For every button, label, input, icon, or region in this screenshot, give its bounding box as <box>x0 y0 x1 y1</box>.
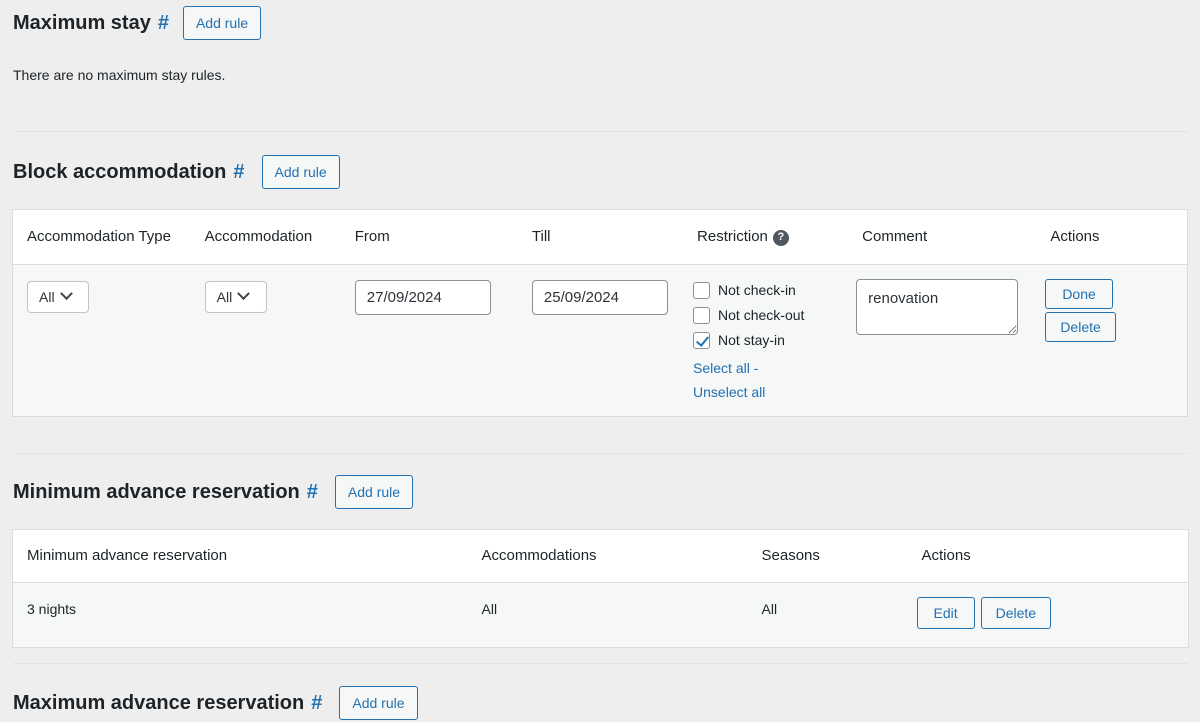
edit-button[interactable]: Edit <box>916 596 975 629</box>
cell-accommodation: All <box>190 264 341 417</box>
restriction-not-check-in-row[interactable]: Not check-in <box>693 280 834 301</box>
table-row: 3 nights All All Edit Delete <box>12 582 1189 648</box>
help-icon[interactable]: ? <box>772 229 789 246</box>
row-action-buttons: Done Delete <box>1045 278 1173 342</box>
minimum-advance-anchor-link[interactable]: # <box>307 481 318 504</box>
maximum-stay-empty-message: There are no maximum stay rules. <box>13 67 226 83</box>
rules-page: Maximum stay # Add rule There are no max… <box>0 0 1200 722</box>
maximum-advance-title: Maximum advance reservation <box>13 692 305 714</box>
cell-minimum-advance-value: 3 nights <box>12 582 468 648</box>
chevron-down-icon <box>59 287 73 301</box>
cell-actions: Done Delete <box>1036 264 1188 417</box>
minimum-advance-header-row: Minimum advance reservation Accommodatio… <box>12 529 1189 583</box>
divider-2 <box>13 453 1188 454</box>
maximum-stay-add-rule-button[interactable]: Add rule <box>182 6 262 40</box>
block-accommodation-heading-row: Block accommodation # Add rule <box>13 155 340 189</box>
not-check-out-checkbox[interactable] <box>693 306 711 324</box>
restriction-select-links: Select all - Unselect all <box>693 357 834 405</box>
divider-3 <box>13 663 1188 664</box>
block-accommodation-anchor-link[interactable]: # <box>233 161 244 184</box>
cell-comment: renovation <box>848 264 1037 417</box>
not-stay-in-label[interactable]: Not stay-in <box>718 330 785 351</box>
till-date-input[interactable] <box>531 279 668 315</box>
column-header-restriction-label: Restriction <box>697 228 768 245</box>
accommodation-type-select[interactable]: All <box>27 280 89 313</box>
maximum-stay-heading-row: Maximum stay # Add rule <box>13 6 262 40</box>
column-header-restriction: Restriction? <box>683 209 849 265</box>
minimum-advance-action-buttons: Edit Delete <box>916 596 1175 629</box>
column-header-actions: Actions <box>1036 209 1188 265</box>
not-check-out-label[interactable]: Not check-out <box>718 305 804 326</box>
minimum-advance-title: Minimum advance reservation <box>13 481 300 503</box>
cell-from <box>340 264 518 417</box>
column-header-till: Till <box>517 209 684 265</box>
not-stay-in-checkbox[interactable] <box>693 331 711 349</box>
cell-restriction: Not check-in Not check-out Not stay-in S… <box>683 264 849 417</box>
column-header-comment: Comment <box>848 209 1037 265</box>
table-row: All All 27/09/2024 25/09/2024 Not check-… <box>12 264 1188 417</box>
minimum-advance-table: Minimum advance reservation Accommodatio… <box>12 529 1189 648</box>
delete-button[interactable]: Delete <box>1045 311 1116 342</box>
not-check-in-checkbox[interactable] <box>693 281 711 299</box>
maximum-advance-add-rule-button[interactable]: Add rule <box>339 686 418 720</box>
accommodation-select-value: All <box>216 288 233 305</box>
restriction-not-check-out-row[interactable]: Not check-out <box>693 305 834 326</box>
column-header-minimum-advance: Minimum advance reservation <box>12 529 468 583</box>
restriction-not-stay-in-row[interactable]: Not stay-in <box>693 330 834 351</box>
maximum-stay-anchor-link[interactable]: # <box>158 12 169 35</box>
cell-seasons: All <box>747 582 908 648</box>
not-check-in-label[interactable]: Not check-in <box>718 280 796 301</box>
maximum-advance-anchor-link[interactable]: # <box>311 692 322 715</box>
column-header-accommodation: Accommodation <box>190 209 341 265</box>
block-accommodation-title: Block accommodation <box>13 161 227 183</box>
cell-till <box>517 264 684 417</box>
select-all-link[interactable]: Select all <box>693 360 750 376</box>
column-header-seasons: Seasons <box>747 529 908 583</box>
column-header-from: From <box>340 209 518 265</box>
block-accommodation-add-rule-button[interactable]: Add rule <box>261 155 340 189</box>
column-header-accommodation-type: Accommodation Type <box>12 209 191 265</box>
accommodation-type-select-value: All <box>39 288 55 305</box>
maximum-stay-title: Maximum stay <box>13 12 151 34</box>
minimum-advance-add-rule-button[interactable]: Add rule <box>334 475 414 509</box>
column-header-accommodations: Accommodations <box>467 529 748 583</box>
block-accommodation-header-row: Accommodation Type Accommodation From Ti… <box>12 209 1188 265</box>
divider-1 <box>13 131 1188 132</box>
unselect-all-link[interactable]: Unselect all <box>693 384 765 400</box>
column-header-actions: Actions <box>907 529 1189 583</box>
chevron-down-icon <box>237 287 251 301</box>
accommodation-select[interactable]: All <box>204 280 267 313</box>
done-button[interactable]: Done <box>1045 278 1113 309</box>
delete-button[interactable]: Delete <box>980 596 1052 629</box>
select-links-separator: - <box>753 359 759 376</box>
minimum-advance-heading-row: Minimum advance reservation # Add rule <box>13 475 414 509</box>
maximum-advance-heading-row: Maximum advance reservation # Add rule <box>13 686 418 720</box>
cell-row-actions: Edit Delete <box>907 582 1189 648</box>
from-date-input[interactable] <box>354 279 491 315</box>
cell-accommodation-type: All <box>12 264 191 417</box>
block-accommodation-table: Accommodation Type Accommodation From Ti… <box>12 209 1188 418</box>
comment-textarea[interactable]: renovation <box>856 278 1019 335</box>
cell-accommodations: All <box>467 582 748 648</box>
